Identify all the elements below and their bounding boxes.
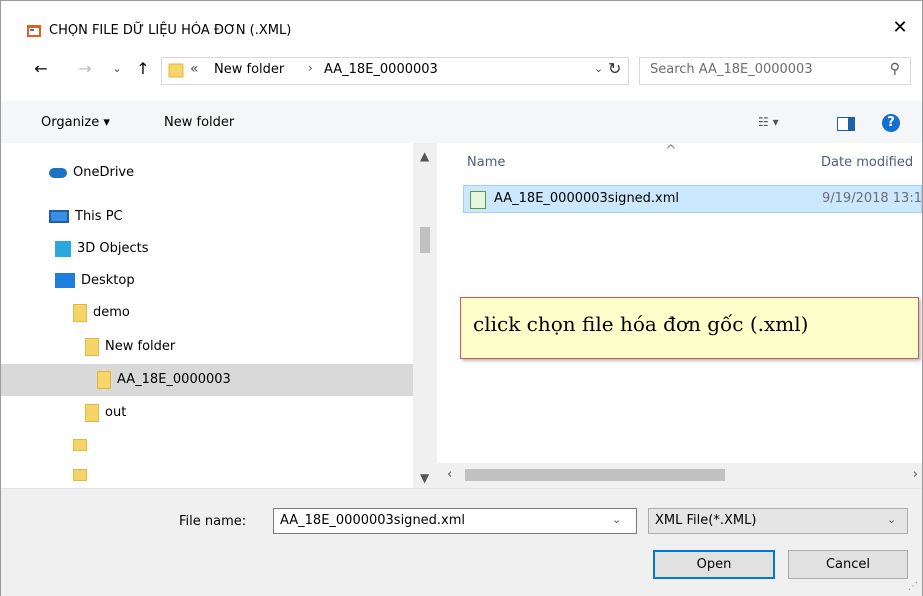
sidebar-item-label: 3D Objects xyxy=(77,241,149,256)
scroll-down-icon[interactable]: ▼ xyxy=(420,471,429,485)
file-list-scrollbar[interactable]: ‹ › xyxy=(437,463,922,488)
folder-icon xyxy=(168,63,184,78)
open-button[interactable]: Open xyxy=(653,550,775,579)
breadcrumb-separator-icon: › xyxy=(308,61,313,75)
sidebar-item-this-pc[interactable]: This PC xyxy=(49,201,123,233)
file-name-label: File name: xyxy=(179,514,247,529)
breadcrumb-current-folder[interactable]: AA_18E_0000003 xyxy=(324,62,438,77)
sidebar-item-label: AA_18E_0000003 xyxy=(117,372,231,387)
app-icon xyxy=(27,25,41,37)
scroll-right-icon[interactable]: › xyxy=(913,467,918,482)
recent-locations-chevron-icon[interactable]: ⌄ xyxy=(105,53,129,85)
preview-pane-icon[interactable] xyxy=(837,117,855,131)
sidebar-item-3d-objects[interactable]: 3D Objects xyxy=(55,233,149,265)
search-icon[interactable]: ⚲ xyxy=(890,61,900,77)
column-header-name[interactable]: Name xyxy=(467,155,505,170)
folder-icon xyxy=(97,370,111,389)
overflow-chevron-icon[interactable]: « xyxy=(190,61,199,77)
sidebar-item-label: OneDrive xyxy=(73,165,135,180)
close-button[interactable]: ✕ xyxy=(886,15,914,41)
file-type-chevron-down-icon[interactable]: ⌄ xyxy=(887,513,896,526)
desktop-icon xyxy=(55,273,75,288)
up-arrow-icon[interactable]: ↑ xyxy=(131,53,155,85)
xml-file-icon xyxy=(470,191,486,209)
search-input[interactable]: Search AA_18E_0000003 xyxy=(650,62,813,77)
file-name-field[interactable]: AA_18E_0000003signed.xml ⌄ xyxy=(273,508,637,534)
folder-icon xyxy=(73,438,87,451)
scrollbar-thumb[interactable] xyxy=(465,469,725,481)
search-box[interactable]: Search AA_18E_0000003 ⚲ xyxy=(639,57,911,85)
sidebar-item-partial[interactable] xyxy=(73,429,93,461)
pc-icon xyxy=(49,210,69,223)
sidebar-item-desktop[interactable]: Desktop xyxy=(55,265,135,297)
folder-icon xyxy=(73,468,87,481)
sidebar-item-label: Desktop xyxy=(81,273,135,288)
navigation-scrollbar[interactable]: ▲ ▼ xyxy=(413,143,437,488)
file-type-select[interactable]: XML File(*.XML) ⌄ xyxy=(648,508,908,534)
change-view-icon[interactable]: ☷ ▾ xyxy=(758,115,779,129)
bottom-panel: File name: AA_18E_0000003signed.xml ⌄ XM… xyxy=(1,488,922,596)
file-name-chevron-down-icon[interactable]: ⌄ xyxy=(612,513,621,526)
sidebar-item-out[interactable]: out xyxy=(85,397,126,429)
navigation-pane: OneDrive This PC 3D Objects Desktop demo… xyxy=(1,143,413,488)
cube-icon xyxy=(55,240,71,257)
breadcrumb-new-folder[interactable]: New folder xyxy=(214,62,284,77)
title-bar: CHỌN FILE DỮ LIỆU HÓA ĐƠN (.XML) ✕ xyxy=(1,1,922,41)
callout-text: click chọn file hóa đơn gốc (.xml) xyxy=(473,312,809,336)
sidebar-item-label: out xyxy=(105,405,127,420)
navigation-bar: ← → ⌄ ↑ « New folder › AA_18E_0000003 ⌄ … xyxy=(1,53,922,85)
sidebar-item-demo[interactable]: demo xyxy=(73,297,130,329)
sidebar-item-aa-18e-0000003[interactable]: AA_18E_0000003 xyxy=(1,364,413,396)
cloud-icon xyxy=(49,167,67,178)
sidebar-item-label: New folder xyxy=(105,339,176,354)
back-arrow-icon[interactable]: ← xyxy=(29,53,53,85)
folder-icon xyxy=(73,303,87,322)
file-open-dialog: CHỌN FILE DỮ LIỆU HÓA ĐƠN (.XML) ✕ ← → ⌄… xyxy=(0,0,923,596)
sidebar-item-partial[interactable] xyxy=(73,459,93,488)
cancel-button[interactable]: Cancel xyxy=(788,550,908,579)
folder-icon xyxy=(85,337,99,356)
file-row[interactable]: AA_18E_0000003signed.xml 9/19/2018 13:1 xyxy=(463,185,922,213)
scroll-left-icon[interactable]: ‹ xyxy=(447,467,452,482)
refresh-icon[interactable]: ↻ xyxy=(608,59,621,78)
window-title: CHỌN FILE DỮ LIỆU HÓA ĐƠN (.XML) xyxy=(49,23,292,38)
file-type-value: XML File(*.XML) xyxy=(655,513,757,528)
sidebar-item-label: This PC xyxy=(75,209,123,224)
scrollbar-thumb[interactable] xyxy=(420,227,430,253)
instruction-callout: click chọn file hóa đơn gốc (.xml) xyxy=(460,297,919,359)
command-toolbar: Organize ▾ New folder ☷ ▾ ? xyxy=(1,101,922,144)
organize-menu-button[interactable]: Organize ▾ xyxy=(41,115,110,130)
resize-grip-icon[interactable]: ⋰ xyxy=(908,581,918,592)
folder-icon xyxy=(85,403,99,422)
new-folder-button[interactable]: New folder xyxy=(164,115,234,130)
address-bar[interactable]: « New folder › AA_18E_0000003 ⌄ ↻ xyxy=(161,57,629,85)
file-date-modified: 9/19/2018 13:1 xyxy=(822,191,922,206)
column-header-date-modified[interactable]: Date modified xyxy=(821,155,913,170)
sort-caret-icon: ^ xyxy=(665,143,677,159)
scroll-up-icon[interactable]: ▲ xyxy=(420,149,429,163)
file-name: AA_18E_0000003signed.xml xyxy=(494,191,680,206)
file-name-value[interactable]: AA_18E_0000003signed.xml xyxy=(280,513,465,528)
sidebar-item-new-folder[interactable]: New folder xyxy=(85,331,175,363)
help-icon[interactable]: ? xyxy=(882,114,900,132)
sidebar-item-onedrive[interactable]: OneDrive xyxy=(49,157,134,189)
sidebar-item-label: demo xyxy=(93,305,130,320)
forward-arrow-icon[interactable]: → xyxy=(73,53,97,85)
address-dropdown-chevron-icon[interactable]: ⌄ xyxy=(594,62,603,75)
